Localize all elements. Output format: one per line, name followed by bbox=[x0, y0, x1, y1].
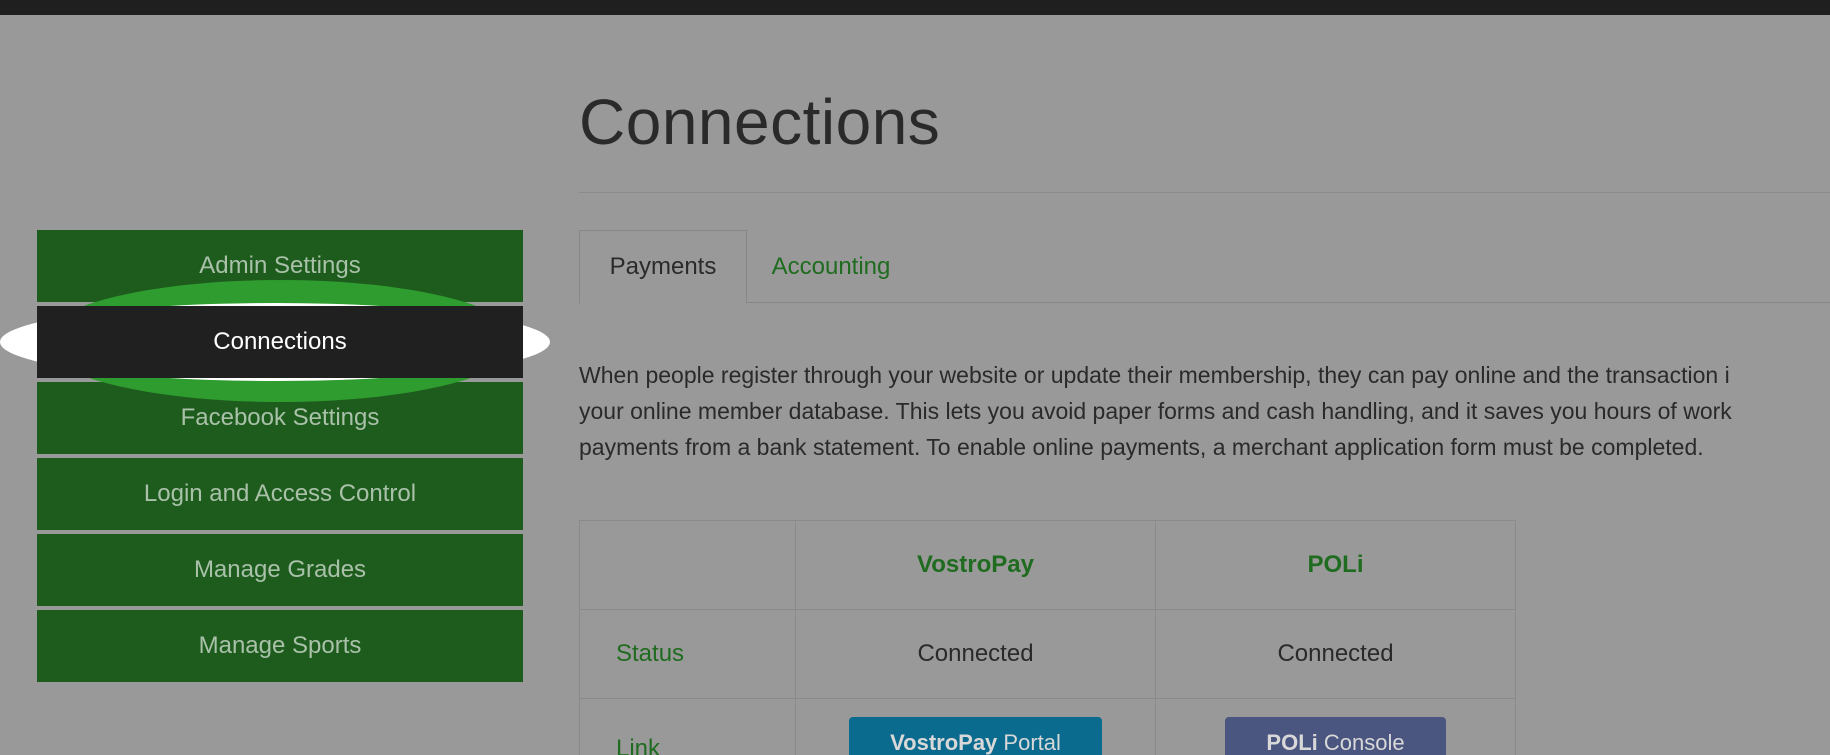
tab-payments[interactable]: Payments bbox=[579, 230, 747, 304]
tab-accounting[interactable]: Accounting bbox=[747, 230, 915, 303]
payments-table: VostroPay POLi Status Connected Connecte… bbox=[579, 520, 1516, 755]
vostropay-button-brand: VostroPay bbox=[890, 730, 998, 755]
poli-status: Connected bbox=[1155, 609, 1516, 699]
title-divider bbox=[579, 192, 1830, 193]
vostropay-status: Connected bbox=[795, 609, 1156, 699]
vostropay-portal-button[interactable]: VostroPay Portal bbox=[849, 717, 1102, 755]
description-line: When people register through your websit… bbox=[579, 362, 1730, 388]
description-line: payments from a bank statement. To enabl… bbox=[579, 434, 1704, 460]
payments-description: When people register through your websit… bbox=[579, 357, 1830, 465]
column-header-vostropay: VostroPay bbox=[795, 520, 1156, 610]
table-row: Status Connected Connected bbox=[579, 609, 1516, 699]
poli-link-cell: POLi Console bbox=[1155, 698, 1516, 755]
page-title: Connections bbox=[579, 86, 941, 158]
sidebar-item-connections[interactable]: Connections bbox=[37, 306, 523, 378]
table-row: Link VostroPay Portal POLi Console bbox=[579, 698, 1516, 755]
row-label-status: Status bbox=[579, 609, 796, 699]
table-header-empty bbox=[579, 520, 796, 610]
sidebar-item-login-access-control[interactable]: Login and Access Control bbox=[37, 458, 523, 530]
vostropay-button-suffix: Portal bbox=[997, 730, 1061, 755]
row-label-link: Link bbox=[579, 698, 796, 755]
column-header-poli: POLi bbox=[1155, 520, 1516, 610]
connections-tabs: Payments Accounting bbox=[579, 230, 1830, 304]
table-header-row: VostroPay POLi bbox=[579, 520, 1516, 610]
top-nav-bar bbox=[0, 0, 1830, 15]
description-line: your online member database. This lets y… bbox=[579, 398, 1732, 424]
sidebar-item-manage-sports[interactable]: Manage Sports bbox=[37, 610, 523, 682]
poli-console-button[interactable]: POLi Console bbox=[1225, 717, 1446, 755]
poli-button-suffix: Console bbox=[1317, 730, 1405, 755]
vostropay-link-cell: VostroPay Portal bbox=[795, 698, 1156, 755]
poli-button-brand: POLi bbox=[1266, 730, 1318, 755]
sidebar-item-manage-grades[interactable]: Manage Grades bbox=[37, 534, 523, 606]
